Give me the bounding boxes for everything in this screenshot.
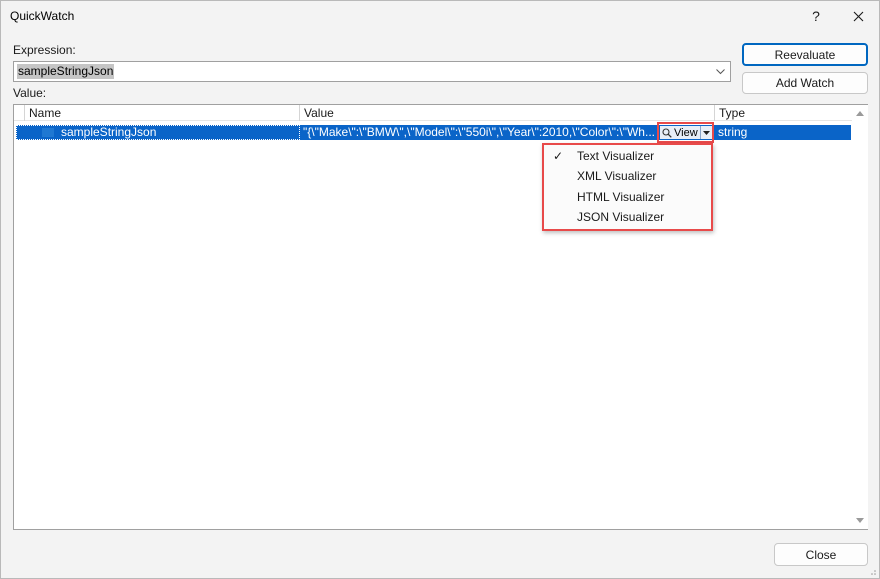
window-title: QuickWatch	[10, 9, 75, 23]
row-name-cell[interactable]: sampleStringJson	[61, 125, 156, 140]
expression-combobox[interactable]: sampleStringJson	[13, 61, 731, 82]
visualizer-dropdown-menu: ✓ Text Visualizer XML Visualizer HTML Vi…	[542, 143, 713, 231]
view-button-annotation	[657, 122, 714, 143]
row-value-cell[interactable]: "{\"Make\":\"BMW\",\"Model\":\"550i\",\"…	[303, 125, 658, 140]
table-row[interactable]: sampleStringJson "{\"Make\":\"BMW\",\"Mo…	[16, 125, 851, 140]
add-watch-button[interactable]: Add Watch	[742, 72, 868, 94]
grid-header: Name Value Type	[14, 105, 852, 121]
close-button[interactable]: Close	[774, 543, 868, 566]
close-icon	[853, 11, 863, 21]
column-header-type[interactable]: Type	[714, 105, 852, 121]
reevaluate-button[interactable]: Reevaluate	[742, 43, 868, 66]
chevron-down-icon[interactable]	[715, 66, 726, 77]
row-focus-rect	[16, 125, 300, 140]
quickwatch-dialog: QuickWatch ? Expression: sampleStringJso…	[0, 0, 880, 579]
window-close-button[interactable]	[838, 1, 878, 31]
expression-label: Expression:	[13, 43, 76, 57]
menu-item-html-visualizer[interactable]: HTML Visualizer	[544, 187, 711, 207]
vertical-scrollbar[interactable]	[852, 105, 868, 529]
column-header-name[interactable]: Name	[24, 105, 299, 121]
help-button[interactable]: ?	[796, 1, 836, 31]
expression-input[interactable]: sampleStringJson	[17, 64, 115, 79]
title-bar: QuickWatch ?	[1, 1, 879, 31]
menu-item-text-visualizer[interactable]: ✓ Text Visualizer	[544, 146, 711, 166]
menu-item-xml-visualizer[interactable]: XML Visualizer	[544, 166, 711, 186]
column-header-value[interactable]: Value	[299, 105, 714, 121]
scroll-down-icon[interactable]	[855, 515, 865, 525]
value-label: Value:	[13, 86, 47, 100]
row-type-cell[interactable]: string	[718, 125, 747, 140]
resize-grip-icon[interactable]	[867, 566, 877, 576]
header-gutter	[14, 105, 24, 121]
watch-grid: Name Value Type sampleStringJson "{\"Mak…	[13, 104, 868, 530]
checkmark-icon: ✓	[553, 149, 564, 163]
help-icon: ?	[812, 8, 820, 24]
field-icon	[42, 128, 54, 137]
menu-item-json-visualizer[interactable]: JSON Visualizer	[544, 207, 711, 227]
scroll-up-icon[interactable]	[855, 109, 865, 119]
